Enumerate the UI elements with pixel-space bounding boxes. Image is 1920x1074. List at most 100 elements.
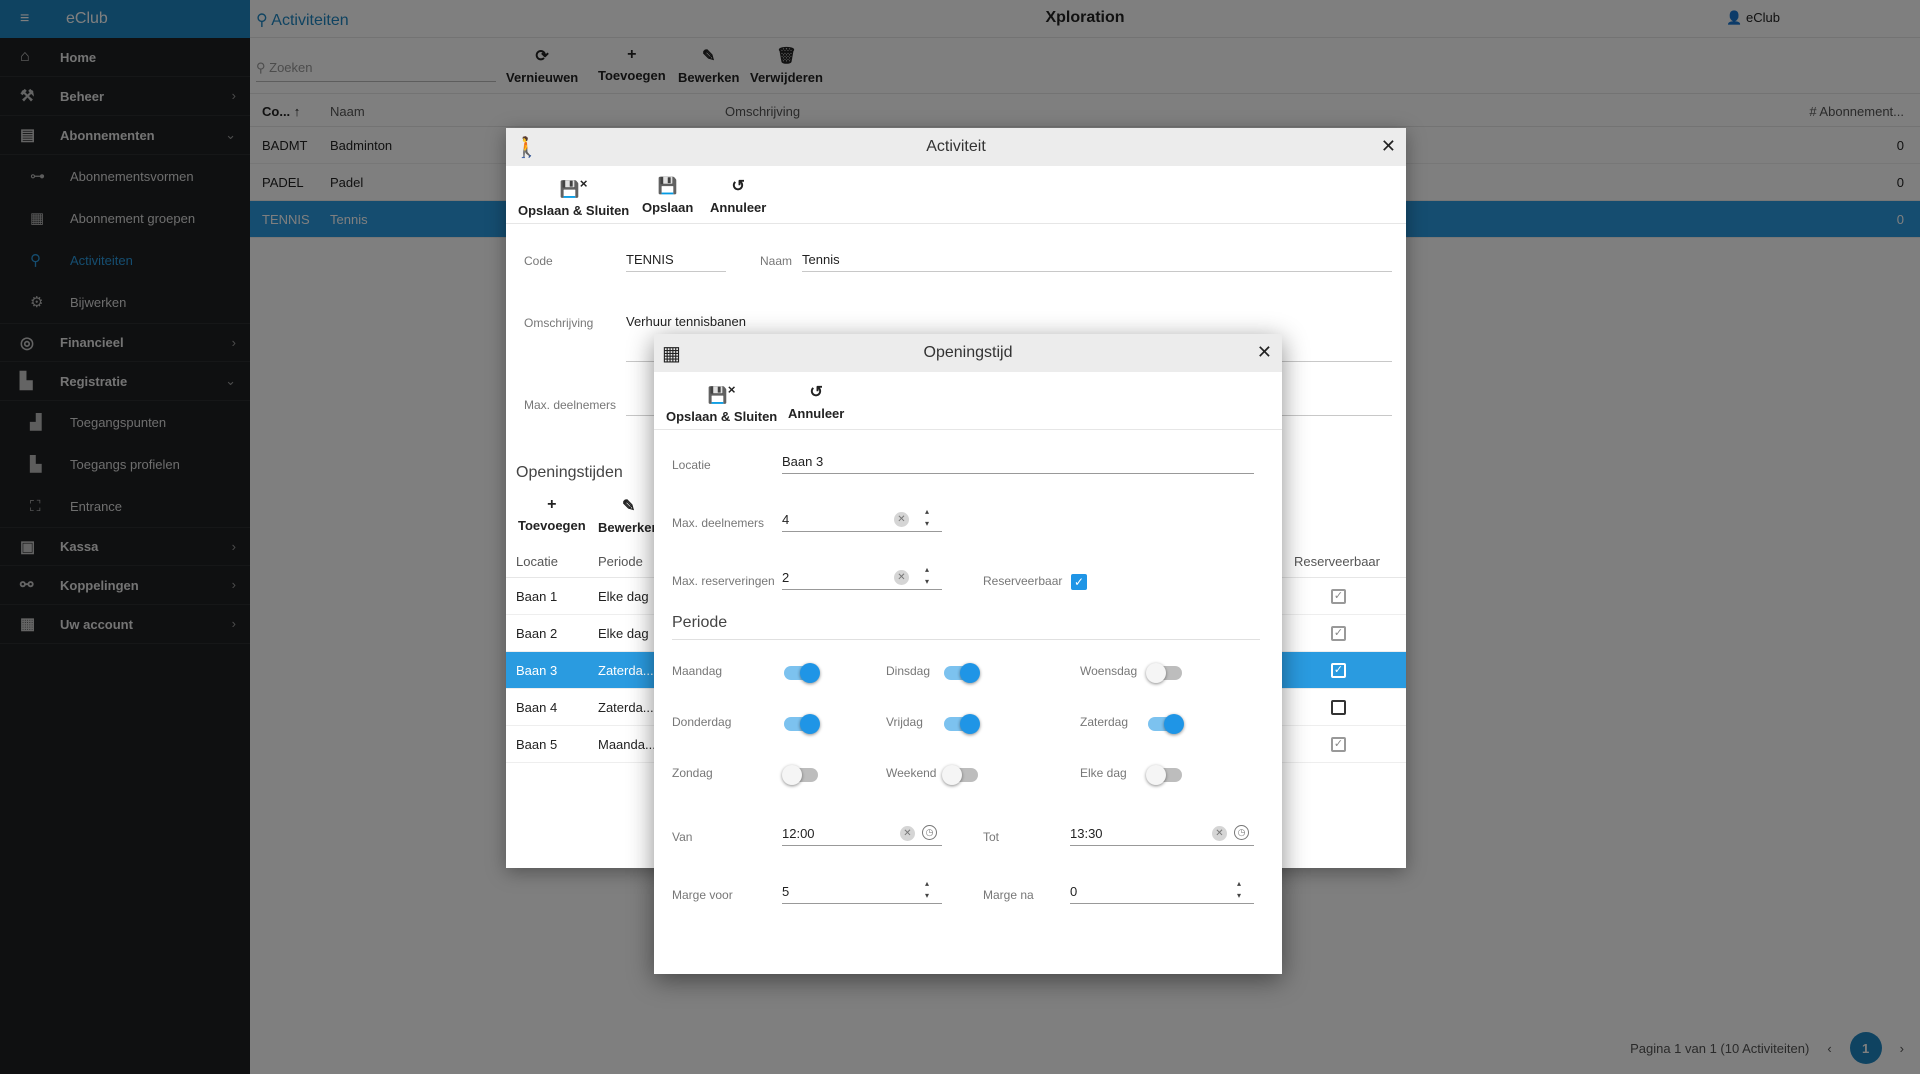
cell-locatie: Baan 5 — [516, 737, 558, 752]
naam-field[interactable]: Tennis — [802, 252, 1392, 272]
clock-icon[interactable]: ◷ — [1234, 825, 1249, 840]
plus-icon: + — [547, 496, 557, 513]
marge-na-label: Marge na — [983, 888, 1034, 902]
toggle-knob — [1164, 714, 1184, 734]
day-label: Woensdag — [1080, 664, 1138, 678]
reserveerbaar-checkbox: ✓ — [1331, 589, 1346, 604]
marge-na-field[interactable]: 0 ▴ ▾ — [1070, 878, 1254, 904]
column-reserveerbaar[interactable]: Reserveerbaar — [1294, 554, 1380, 569]
max-deelnemers-label: Max. deelnemers — [672, 516, 765, 530]
naam-label: Naam — [760, 254, 793, 268]
clear-icon[interactable]: ✕ — [900, 826, 915, 841]
toggle-knob — [800, 714, 820, 734]
day-label: Zaterdag — [1080, 715, 1129, 729]
cancel-button[interactable]: ↺ Annuleer — [788, 382, 844, 421]
dialog-title: Activiteit — [926, 138, 986, 155]
save-close-button[interactable]: 💾× Opslaan & Sluiten — [518, 176, 629, 218]
save-close-icon: 💾× — [707, 382, 736, 405]
toggle-elke-dag[interactable] — [1146, 765, 1182, 785]
cell-periode: Zaterda... — [598, 663, 654, 678]
locatie-field[interactable]: Baan 3 — [782, 450, 1254, 474]
toggle-knob — [1146, 663, 1166, 683]
toggle-donderdag[interactable] — [784, 714, 820, 734]
add-openingstijd-button[interactable]: + Toevoegen — [518, 496, 586, 533]
spinner-icon[interactable]: ▴ ▾ — [1234, 878, 1244, 902]
toggle-zaterdag[interactable] — [1148, 714, 1184, 734]
day-label: Donderdag — [672, 715, 732, 729]
day-label: Weekend — [886, 766, 937, 780]
close-icon[interactable]: ✕ — [1257, 342, 1272, 363]
openingstijden-title: Openingstijden — [516, 464, 623, 481]
clear-icon[interactable]: ✕ — [1212, 826, 1227, 841]
cell-periode: Maanda... — [598, 737, 656, 752]
save-button[interactable]: 💾 Opslaan — [642, 176, 693, 215]
reserveerbaar-checkbox: ✓ — [1331, 626, 1346, 641]
column-locatie[interactable]: Locatie — [516, 554, 558, 569]
reserveerbaar-checkbox — [1331, 700, 1346, 715]
tot-label: Tot — [983, 830, 1000, 844]
cell-locatie: Baan 1 — [516, 589, 558, 604]
periode-title: Periode — [672, 614, 728, 631]
toggle-maandag[interactable] — [784, 663, 820, 683]
max-deelnemers-label: Max. deelnemers — [524, 398, 617, 412]
code-field[interactable]: TENNIS — [626, 252, 726, 272]
toggle-weekend[interactable] — [942, 765, 978, 785]
cell-periode: Elke dag — [598, 626, 649, 641]
reserveerbaar-label: Reserveerbaar — [983, 574, 1063, 588]
dialog-toolbar: 💾× Opslaan & Sluiten ↺ Annuleer — [654, 372, 1282, 430]
max-reserveringen-field[interactable]: 2 ✕ ▴ ▾ — [782, 564, 942, 590]
cell-periode: Zaterda... — [598, 700, 654, 715]
day-label: Vrijdag — [886, 715, 923, 729]
toggle-zondag[interactable] — [782, 765, 818, 785]
tot-value: 13:30 — [1070, 826, 1103, 841]
spinner-icon[interactable]: ▴ ▾ — [922, 506, 932, 530]
clock-icon[interactable]: ◷ — [922, 825, 937, 840]
undo-icon: ↺ — [809, 384, 823, 401]
spinner-icon[interactable]: ▴ ▾ — [922, 564, 932, 588]
toggle-woensdag[interactable] — [1146, 663, 1182, 683]
save-close-button[interactable]: 💾× Opslaan & Sluiten — [666, 382, 777, 424]
day-label: Elke dag — [1080, 766, 1127, 780]
clear-icon[interactable]: ✕ — [894, 512, 909, 527]
toggle-dinsdag[interactable] — [944, 663, 980, 683]
toggle-knob — [960, 663, 980, 683]
save-icon: 💾 — [657, 178, 678, 195]
toggle-vrijdag[interactable] — [944, 714, 980, 734]
toggle-knob — [960, 714, 980, 734]
reserveerbaar-checkbox[interactable]: ✓ — [1071, 574, 1087, 590]
omschrijving-label: Omschrijving — [524, 316, 594, 330]
max-deelnemers-field[interactable]: 4 ✕ ▴ ▾ — [782, 506, 942, 532]
locatie-label: Locatie — [672, 458, 711, 472]
marge-voor-field[interactable]: 5 ▴ ▾ — [782, 878, 942, 904]
spinner-icon[interactable]: ▴ ▾ — [922, 878, 932, 902]
dialog-title: Openingstijd — [923, 344, 1013, 361]
dialog-toolbar: 💾× Opslaan & Sluiten 💾 Opslaan ↺ Annulee… — [506, 166, 1406, 224]
toggle-knob — [800, 663, 820, 683]
toggle-knob — [942, 765, 962, 785]
reserveerbaar-checkbox: ✓ — [1331, 737, 1346, 752]
tot-time-field[interactable]: 13:30 ✕ ◷ — [1070, 822, 1254, 846]
save-close-icon: 💾× — [559, 176, 588, 199]
van-value: 12:00 — [782, 826, 815, 841]
toggle-knob — [782, 765, 802, 785]
undo-icon: ↺ — [731, 178, 745, 195]
close-icon[interactable]: ✕ — [1381, 136, 1396, 157]
van-time-field[interactable]: 12:00 ✕ ◷ — [782, 822, 942, 846]
dialog-header: ▦ Openingstijd ✕ — [654, 334, 1282, 372]
locatie-value: Baan 3 — [782, 454, 824, 469]
cancel-button[interactable]: ↺ Annuleer — [710, 176, 766, 215]
marge-voor-label: Marge voor — [672, 888, 733, 902]
dialog-header: 🚶 Activiteit ✕ — [506, 128, 1406, 166]
reserveerbaar-checkbox: ✓ — [1331, 663, 1346, 678]
cell-locatie: Baan 3 — [516, 663, 558, 678]
divider — [672, 639, 1260, 640]
openingstijd-dialog: ▦ Openingstijd ✕ 💾× Opslaan & Sluiten ↺ … — [654, 334, 1282, 974]
column-periode[interactable]: Periode — [598, 554, 643, 569]
cell-locatie: Baan 4 — [516, 700, 558, 715]
edit-openingstijd-button[interactable]: ✎ Bewerken — [598, 496, 659, 535]
van-label: Van — [672, 830, 693, 844]
cell-locatie: Baan 2 — [516, 626, 558, 641]
day-label: Dinsdag — [886, 664, 931, 678]
clear-icon[interactable]: ✕ — [894, 570, 909, 585]
marge-na-value: 0 — [1070, 884, 1078, 899]
